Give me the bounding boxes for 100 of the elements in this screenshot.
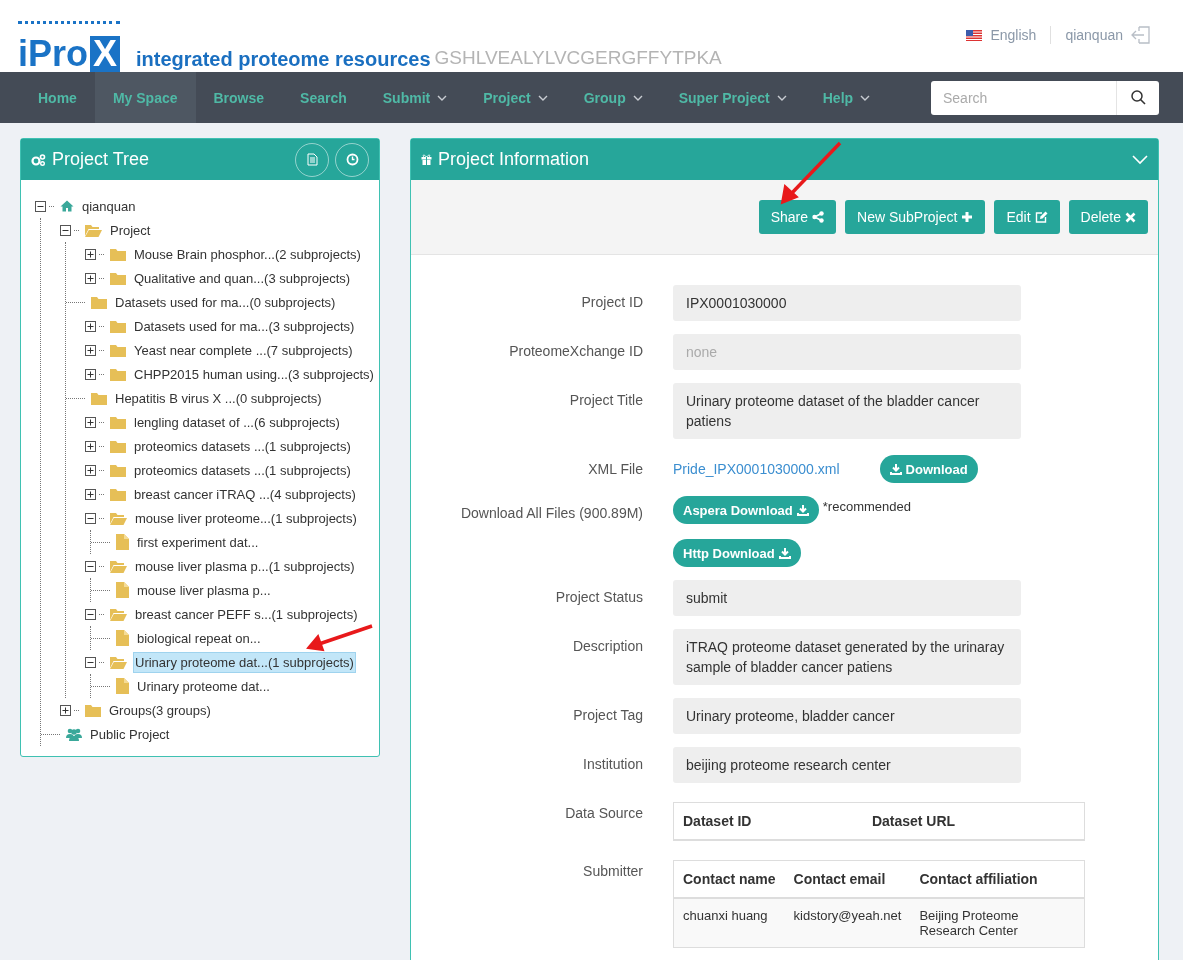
field-value: iTRAQ proteome dataset generated by the urinaray sample of bladder cancer patiens [673,629,1021,685]
annotation-arrow [306,624,373,652]
folder-icon [110,439,126,453]
file-icon [116,630,129,646]
document-icon [306,153,318,166]
field-label: Submitter [582,862,643,881]
expand-toggle[interactable] [85,488,96,500]
share-icon [812,211,824,223]
tree-item[interactable]: proteomics datasets ...(1 subprojects) [132,459,353,481]
annotation-arrow [780,141,842,205]
logo-tagline: integrated proteome resources [136,48,431,71]
table-cell: kidstory@yeah.net [784,898,911,948]
file-icon [116,534,129,550]
field-value: submit [673,580,1021,616]
folder-icon [91,391,107,405]
expand-toggle[interactable] [85,320,96,332]
search-button[interactable] [1116,80,1159,115]
tree-item[interactable]: Mouse Brain phosphor...(2 subprojects) [132,243,363,265]
tree-item[interactable]: mouse liver plasma p...(1 subprojects) [133,555,357,577]
tree-item[interactable]: mouse liver proteome...(1 subprojects) [133,507,359,529]
search-field[interactable]: Search [931,80,1116,115]
nav-item[interactable]: Group [565,72,661,123]
tree-item[interactable]: Datasets used for ma...(3 subprojects) [132,315,357,337]
field-label: Project Tag [572,706,643,725]
folder-icon [85,703,101,717]
us-flag-icon [966,29,983,41]
open-folder-icon [110,511,127,525]
collapse-toggle[interactable] [85,512,96,524]
close-icon [1125,211,1136,223]
expand-toggle[interactable] [85,248,96,260]
field-label: ProteomeXchange ID [508,342,643,361]
recommended-note: *recommended [822,498,911,514]
home-icon [60,200,74,212]
folder-icon [110,271,126,285]
nav-item[interactable]: Home [20,72,95,123]
field-label: Description [571,637,643,656]
open-folder-icon [85,223,102,237]
field-value: Urinary proteome, bladder cancer [673,698,1021,734]
tree-item[interactable]: Hepatitis B virus X ...(0 subprojects) [113,387,324,409]
panel-title: Project Tree [52,149,150,170]
collapse-toggle[interactable] [60,224,71,236]
tree-item[interactable]: Qualitative and quan...(3 subprojects) [132,267,353,289]
nav-item[interactable]: Browse [195,72,283,123]
plus-icon [961,211,974,223]
expand-toggle[interactable] [85,464,96,476]
nav-item[interactable]: Project [465,72,566,123]
folder-icon [91,295,107,309]
tree-item[interactable]: Project [108,219,153,241]
collapse-toggle[interactable] [85,608,96,620]
chevron-down-icon[interactable] [1132,154,1148,165]
download-icon [796,504,809,516]
file-icon [116,678,129,694]
tree-item[interactable]: Urinary proteome dat...(1 subprojects) [133,651,356,673]
nav-item[interactable]: Help [804,72,889,123]
collapse-toggle[interactable] [85,560,96,572]
tree-item[interactable]: breast cancer PEFF s...(1 subprojects) [133,603,360,625]
collapse-toggle[interactable] [85,656,96,668]
tree-item[interactable]: breast cancer iTRAQ ...(4 subprojects) [132,483,358,505]
file-link[interactable]: Pride_IPX0001030000.xml [673,461,840,477]
search-icon [1130,90,1146,105]
folder-icon [110,463,126,477]
field-value: none [673,334,1021,370]
collapse-toggle[interactable] [35,200,46,212]
tree-item[interactable]: Yeast near complete ...(7 subprojects) [132,339,355,361]
tree-item[interactable]: first experiment dat... [135,531,261,553]
nav-item[interactable]: Super Project [660,72,805,123]
tree-item[interactable]: CHPP2015 human using...(3 subprojects) [132,363,376,385]
tree-item[interactable]: Groups(3 groups) [107,699,213,721]
gears-icon [31,153,46,166]
panel-title: Project Information [438,149,590,170]
tree-item[interactable]: biological repeat on... [135,627,263,649]
edit-icon [1034,211,1048,223]
field-label: Data Source [564,804,643,823]
tree-item[interactable]: Public Project [88,723,172,745]
tree-item[interactable]: proteomics datasets ...(1 subprojects) [132,435,353,457]
expand-toggle[interactable] [85,272,96,284]
gift-icon [421,154,432,165]
field-label: Project Title [568,391,643,410]
tree-item[interactable]: mouse liver plasma p... [135,579,273,601]
field-label: Institution [582,755,643,774]
expand-toggle[interactable] [85,416,96,428]
tree-item[interactable]: qianquan [80,195,138,217]
open-folder-icon [110,655,127,669]
nav-item[interactable]: Submit [364,72,466,123]
expand-toggle[interactable] [85,344,96,356]
download-icon [778,547,791,559]
open-folder-icon [110,607,127,621]
file-icon [116,582,129,598]
expand-toggle[interactable] [85,440,96,452]
expand-toggle[interactable] [60,704,71,716]
tree-item[interactable]: Datasets used for ma...(0 subprojects) [113,291,338,313]
field-label: XML File [587,460,643,479]
table-cell: chuanxi huang [673,898,785,948]
expand-toggle[interactable] [85,368,96,380]
nav-item[interactable]: Search [282,72,365,123]
tree-item[interactable]: Urinary proteome dat... [135,675,272,697]
field-label: Download All Files (900.89M) [459,504,643,523]
folder-icon [110,415,126,429]
tree-item[interactable]: lengling dataset of ...(6 subprojects) [132,411,342,433]
download-icon [889,463,902,475]
